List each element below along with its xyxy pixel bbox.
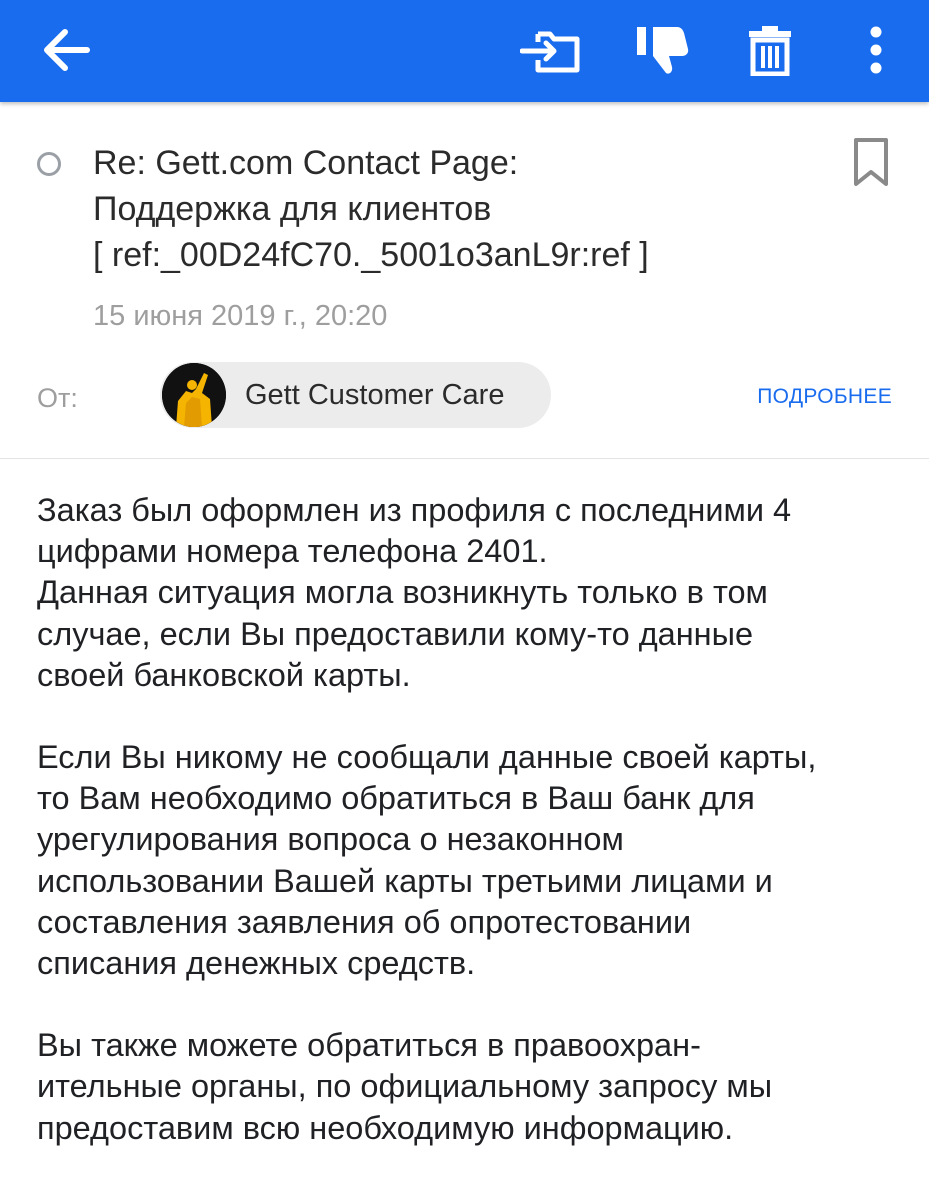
gett-logo-icon [162,363,226,427]
move-to-folder-button[interactable] [510,10,590,90]
bookmark-icon [854,138,888,186]
spam-button[interactable] [622,10,702,90]
unread-toggle-icon[interactable] [37,152,61,176]
arrow-back-icon [44,29,90,71]
message-subject: Re: Gett.com Contact Page: Поддержка для… [93,144,649,274]
thumbs-down-icon [637,27,689,74]
more-vert-icon [870,26,882,74]
sender-chip[interactable]: Gett Customer Care [160,362,551,428]
message-date: 15 июня 2019 г., 20:20 [93,300,388,332]
message-body: Заказ был оформлен из профиля с последни… [37,490,897,1149]
sender-name: Gett Customer Care [245,379,505,411]
trash-icon [749,26,791,76]
bookmark-button[interactable] [852,136,902,192]
details-link[interactable]: ПОДРОБНЕЕ [757,385,892,409]
body-paragraph: Заказ был оформлен из профиля с последни… [37,492,792,693]
body-paragraph: Если Вы никому не сообщали данные своей … [37,739,817,982]
back-button[interactable] [28,12,104,88]
more-options-button[interactable] [846,10,906,90]
delete-button[interactable] [730,10,810,90]
move-to-folder-icon [520,31,580,73]
top-app-bar [0,0,929,102]
from-label: От: [37,383,78,413]
message-header: Re: Gett.com Contact Page: Поддержка для… [0,102,929,459]
sender-avatar [162,363,226,427]
body-paragraph: Вы также можете обратиться в правоохран-… [37,1027,773,1146]
